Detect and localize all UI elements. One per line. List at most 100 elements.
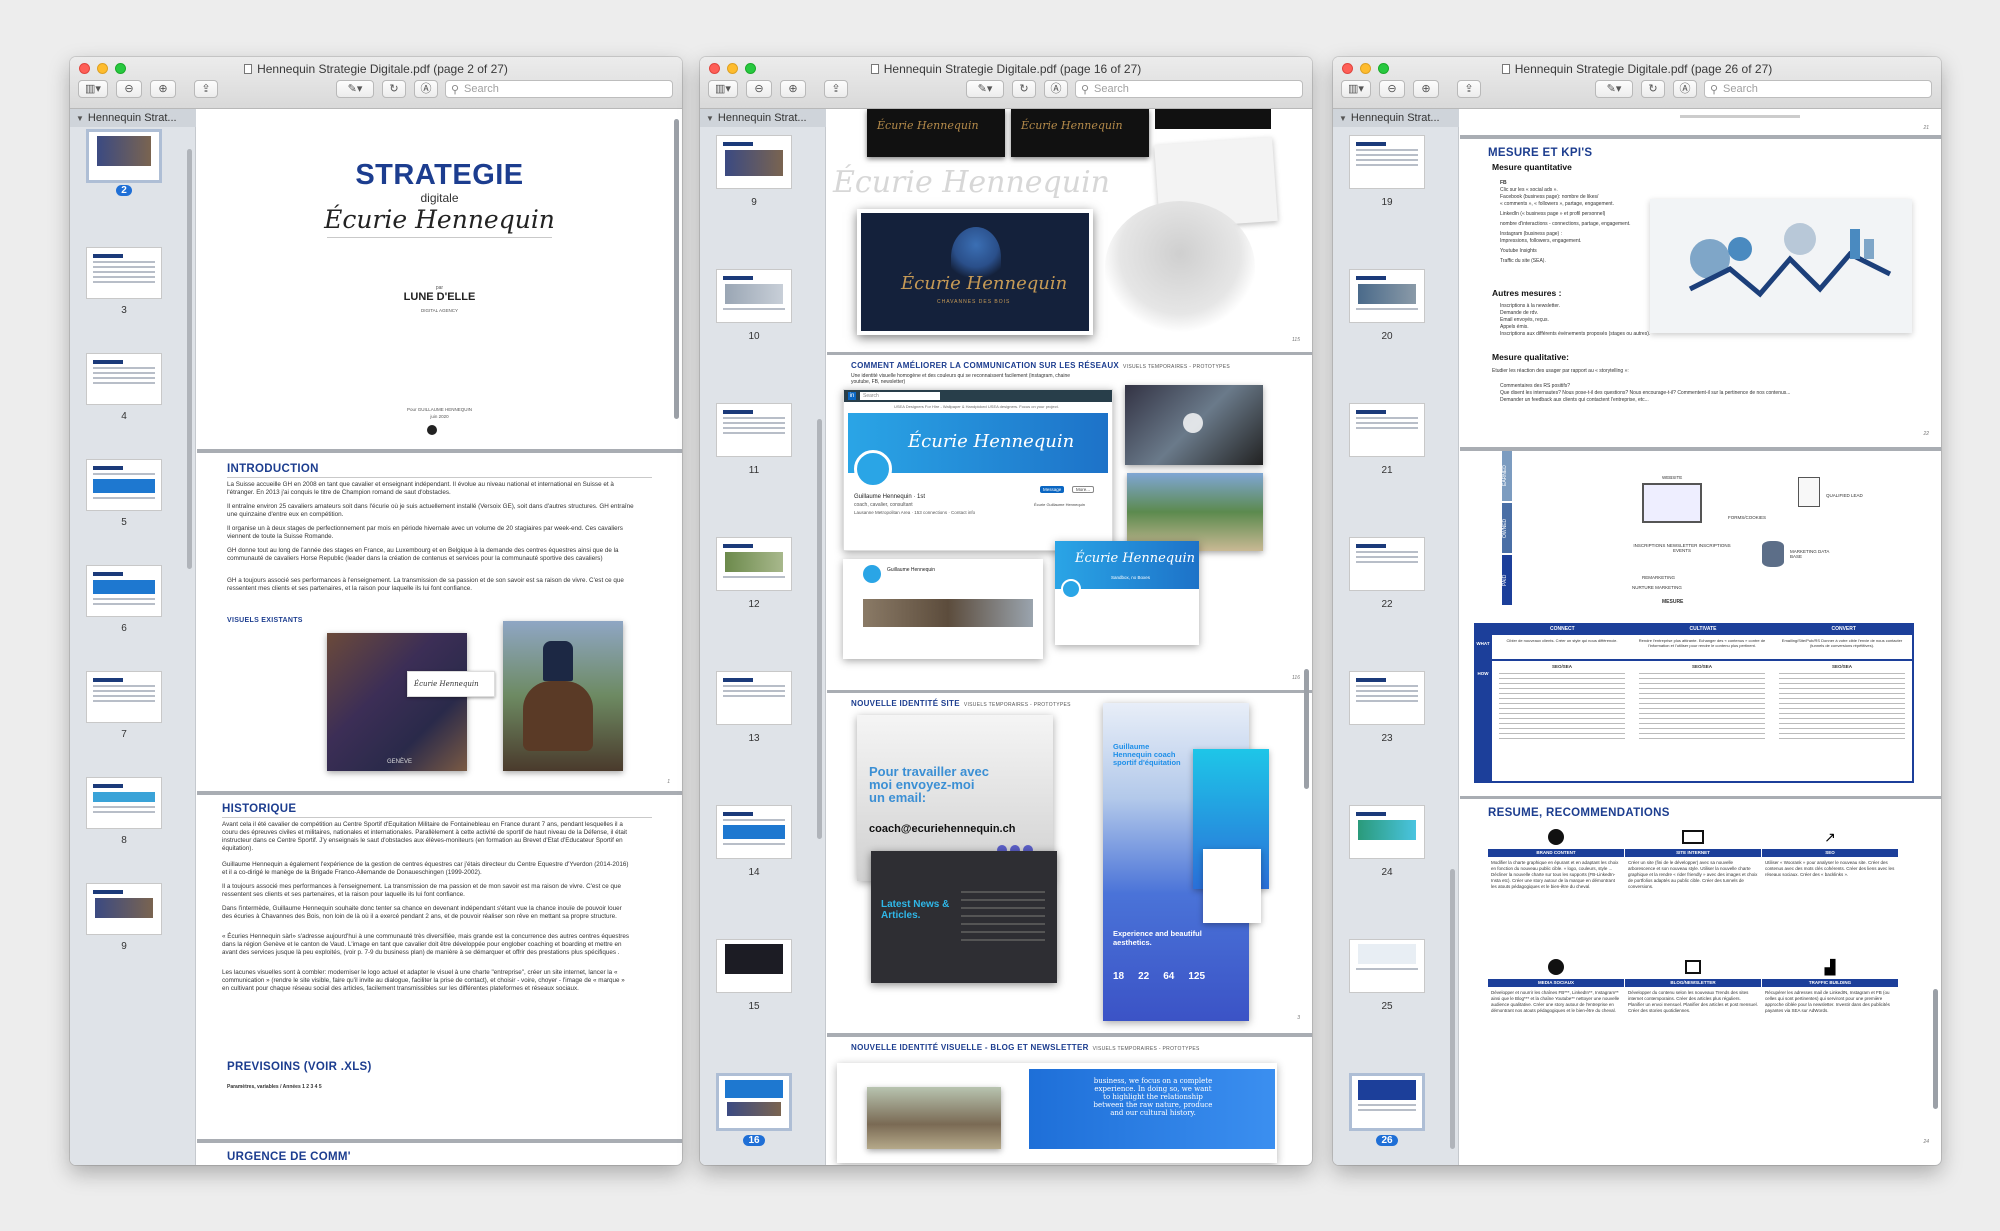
sidebar-scrollbar[interactable]: [187, 149, 192, 569]
page-thumbnail[interactable]: [1349, 269, 1425, 323]
rotate-button[interactable]: ↻: [1641, 80, 1665, 98]
resume-heading: RESUME, RECOMMENDATIONS: [1488, 807, 1670, 819]
video-thumbnail[interactable]: [1125, 385, 1263, 465]
page-thumbnail-label: 24: [1381, 867, 1393, 878]
historique-paragraph: Il a toujours associé mes performances à…: [222, 883, 621, 898]
markup-pen-button[interactable]: ✎▾: [966, 80, 1004, 98]
sidebar-toggle-button[interactable]: ▥▾: [78, 80, 108, 98]
pdf-page-previsions: PREVISOINS (VOIR .XLS) Paramètres, varia…: [197, 1049, 682, 1139]
page-thumbnail[interactable]: [86, 883, 162, 935]
zoom-in-button[interactable]: ⊕: [780, 80, 806, 98]
analytics-illustration: [1650, 199, 1912, 333]
stat-value: 64: [1163, 971, 1175, 982]
page-thumbnail[interactable]: [1349, 537, 1425, 591]
content-scrollbar[interactable]: [1304, 669, 1309, 789]
cover-title: STRATEGIE: [355, 159, 524, 191]
page-thumbnail-label: 19: [1381, 197, 1393, 208]
pdf-page-kpi: MESURE ET KPI'S Mesure quantitative FB C…: [1460, 139, 1941, 447]
site-identity-heading: NOUVELLE IDENTITÉ SITE VISUELS TEMPORAIRE…: [851, 699, 1071, 708]
page-thumbnail[interactable]: [86, 459, 162, 511]
share-button[interactable]: ⇪: [824, 80, 848, 98]
search-icon: ⚲: [451, 84, 460, 96]
pdf-doc-icon: [244, 64, 253, 74]
search-icon: ⚲: [1710, 84, 1719, 96]
sidebar-document-header[interactable]: ▼ Hennequin Strat...: [1333, 109, 1459, 127]
page-thumbnail-label: 8: [121, 835, 127, 846]
page-thumbnail[interactable]: [1349, 671, 1425, 725]
page-thumbnail[interactable]: [716, 537, 792, 591]
sidebar-scrollbar[interactable]: [1450, 869, 1455, 1149]
pdf-page-top: 21: [1460, 109, 1941, 135]
more-button[interactable]: More...: [1072, 486, 1095, 493]
previsions-table-header: Paramètres, variables / Années 1 2 3 4 5: [227, 1084, 322, 1090]
logo-mockup-dark: Écurie Hennequin: [867, 109, 1005, 157]
moon-logo-icon: [427, 425, 437, 435]
page-thumbnail[interactable]: [86, 777, 162, 829]
watermark-script-logo: Écurie Hennequin: [833, 165, 1111, 200]
gear-chart-icon: [1688, 223, 1892, 298]
page-thumbnail[interactable]: [86, 129, 162, 183]
youtube-mockup: Guillaume Hennequin: [843, 559, 1043, 659]
content-scrollbar[interactable]: [674, 119, 679, 419]
page-thumbnail[interactable]: [1349, 1073, 1425, 1131]
page-thumbnail[interactable]: [86, 671, 162, 723]
page-thumbnail-label: 13: [748, 733, 760, 744]
page-thumbnail[interactable]: [1349, 403, 1425, 457]
markup-pen-button[interactable]: ✎▾: [336, 80, 374, 98]
zoom-out-button[interactable]: ⊖: [116, 80, 142, 98]
zoom-in-button[interactable]: ⊕: [150, 80, 176, 98]
logo-mockup-dark: Écurie Hennequin: [1011, 109, 1149, 157]
share-icon: [1548, 959, 1564, 975]
zoom-out-button[interactable]: ⊖: [746, 80, 772, 98]
checklist-icon: [1798, 477, 1820, 507]
pdf-page-introduction: INTRODUCTION La Suisse accueille GH en 2…: [197, 453, 682, 791]
annotate-button[interactable]: Ⓐ: [1044, 80, 1068, 98]
zoom-out-button[interactable]: ⊖: [1379, 80, 1405, 98]
table-row-header: WHAT: [1476, 641, 1490, 646]
rotate-button[interactable]: ↻: [382, 80, 406, 98]
share-button[interactable]: ⇪: [194, 80, 218, 98]
sidebar-toggle-button[interactable]: ▥▾: [1341, 80, 1371, 98]
page-thumbnail[interactable]: [86, 565, 162, 617]
page-thumbnail-label: 23: [1381, 733, 1393, 744]
pdf-window-page-26: Hennequin Strategie Digitale.pdf (page 2…: [1333, 57, 1941, 1165]
page-thumbnail[interactable]: [716, 671, 792, 725]
zoom-in-button[interactable]: ⊕: [1413, 80, 1439, 98]
cover-for: Pour GUILLAUME HENNEQUIN: [406, 407, 472, 412]
page-thumbnail[interactable]: [716, 1073, 792, 1131]
rotate-button[interactable]: ↻: [1012, 80, 1036, 98]
seo-chart-icon: ↗: [1824, 829, 1836, 845]
rec-header: MEDIA SOCIAUX: [1488, 979, 1624, 987]
page-thumbnail[interactable]: [716, 135, 792, 189]
page-thumbnail[interactable]: [1349, 805, 1425, 859]
communication-heading: COMMENT AMÉLIORER LA COMMUNICATION SUR L…: [851, 361, 1230, 370]
content-scrollbar[interactable]: [1933, 989, 1938, 1109]
message-button[interactable]: Message: [1040, 486, 1065, 493]
sidebar-toggle-button[interactable]: ▥▾: [708, 80, 738, 98]
page-thumbnail[interactable]: [86, 353, 162, 405]
page-thumbnail-label: 10: [748, 331, 760, 342]
sidebar-document-header[interactable]: ▼ Hennequin Strat...: [70, 109, 196, 127]
sidebar-document-header[interactable]: ▼ Hennequin Strat...: [700, 109, 826, 127]
search-field[interactable]: ⚲ Search: [1704, 80, 1932, 98]
page-thumbnail[interactable]: [716, 269, 792, 323]
page-number: 116: [1292, 675, 1300, 681]
page-thumbnail[interactable]: [1349, 939, 1425, 993]
page-thumbnail[interactable]: [716, 403, 792, 457]
rec-header: SITE INTERNET: [1625, 849, 1761, 857]
annotate-button[interactable]: Ⓐ: [1673, 80, 1697, 98]
search-field[interactable]: ⚲ Search: [1075, 80, 1303, 98]
page-thumbnail[interactable]: [1349, 135, 1425, 189]
share-button[interactable]: ⇪: [1457, 80, 1481, 98]
page-thumbnail[interactable]: [716, 805, 792, 859]
markup-pen-button[interactable]: ✎▾: [1595, 80, 1633, 98]
search-field[interactable]: ⚲ Search: [445, 80, 673, 98]
intro-paragraph: GH donne tout au long de l'année des sta…: [227, 547, 619, 562]
annotate-button[interactable]: Ⓐ: [414, 80, 438, 98]
funnel-diagram: EARNED OWNED PAID WEBSITE FORMS/COOKIES …: [1502, 451, 1882, 623]
sidebar-scrollbar[interactable]: [817, 419, 822, 839]
thumbnail-sidebar: ▼ Hennequin Strat... 9 10 11 12 13 14 15 …: [700, 109, 826, 1165]
page-thumbnail-label: 15: [748, 1001, 760, 1012]
page-thumbnail[interactable]: [86, 247, 162, 299]
page-thumbnail[interactable]: [716, 939, 792, 993]
